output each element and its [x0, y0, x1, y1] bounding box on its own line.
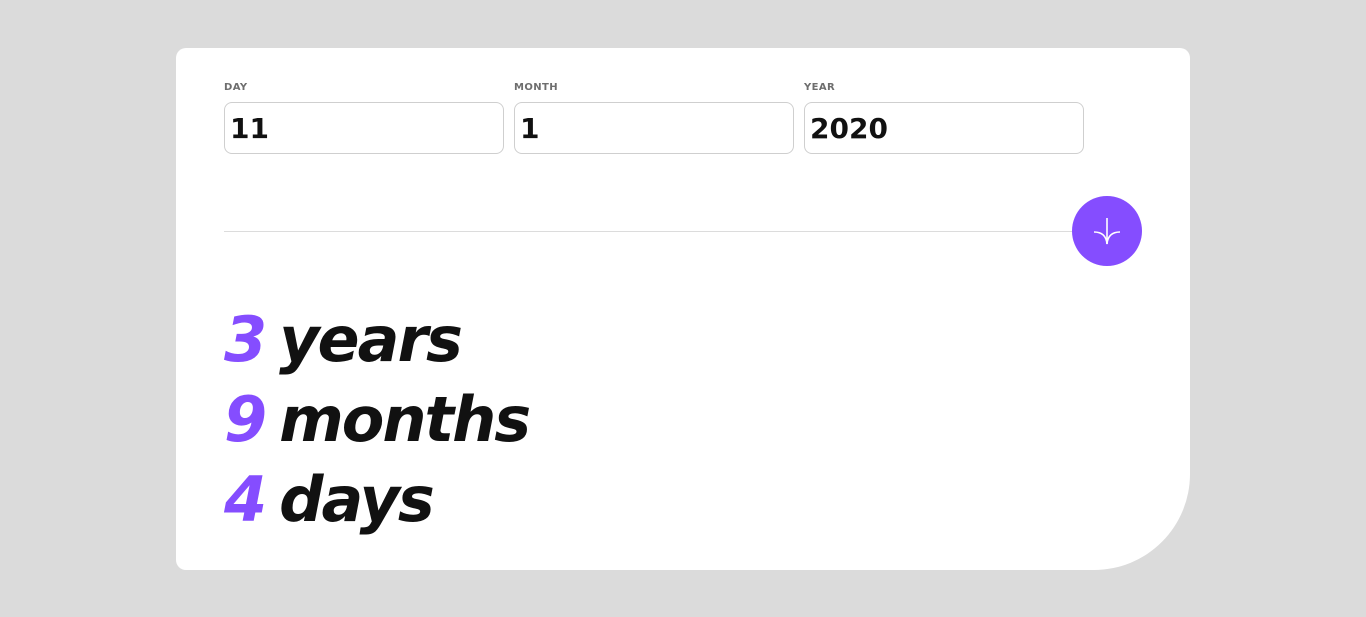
month-label: MONTH [514, 82, 559, 93]
month-input[interactable] [514, 102, 794, 154]
year-field: YEAR [804, 82, 1084, 154]
years-value: 3 [224, 303, 267, 376]
days-value: 4 [224, 463, 267, 536]
day-label: DAY [224, 82, 248, 93]
day-field: DAY [224, 82, 504, 154]
result-years: 3 years [224, 300, 529, 380]
year-input[interactable] [804, 102, 1084, 154]
results: 3 years 9 months 4 days [224, 300, 531, 540]
months-unit: months [279, 383, 531, 456]
divider [224, 231, 1094, 232]
submit-button[interactable] [1072, 196, 1142, 266]
months-value: 9 [224, 383, 267, 456]
years-unit: years [279, 303, 463, 376]
result-days: 4 days [224, 460, 529, 540]
day-input[interactable] [224, 102, 504, 154]
days-unit: days [279, 463, 435, 536]
age-calculator-card: DAY MONTH YEAR 3years 9months 4days [176, 48, 1190, 570]
result-months: 9 months [224, 380, 531, 460]
month-field: MONTH [514, 82, 794, 154]
year-label: YEAR [804, 82, 836, 93]
arrow-down-icon [1090, 214, 1124, 248]
